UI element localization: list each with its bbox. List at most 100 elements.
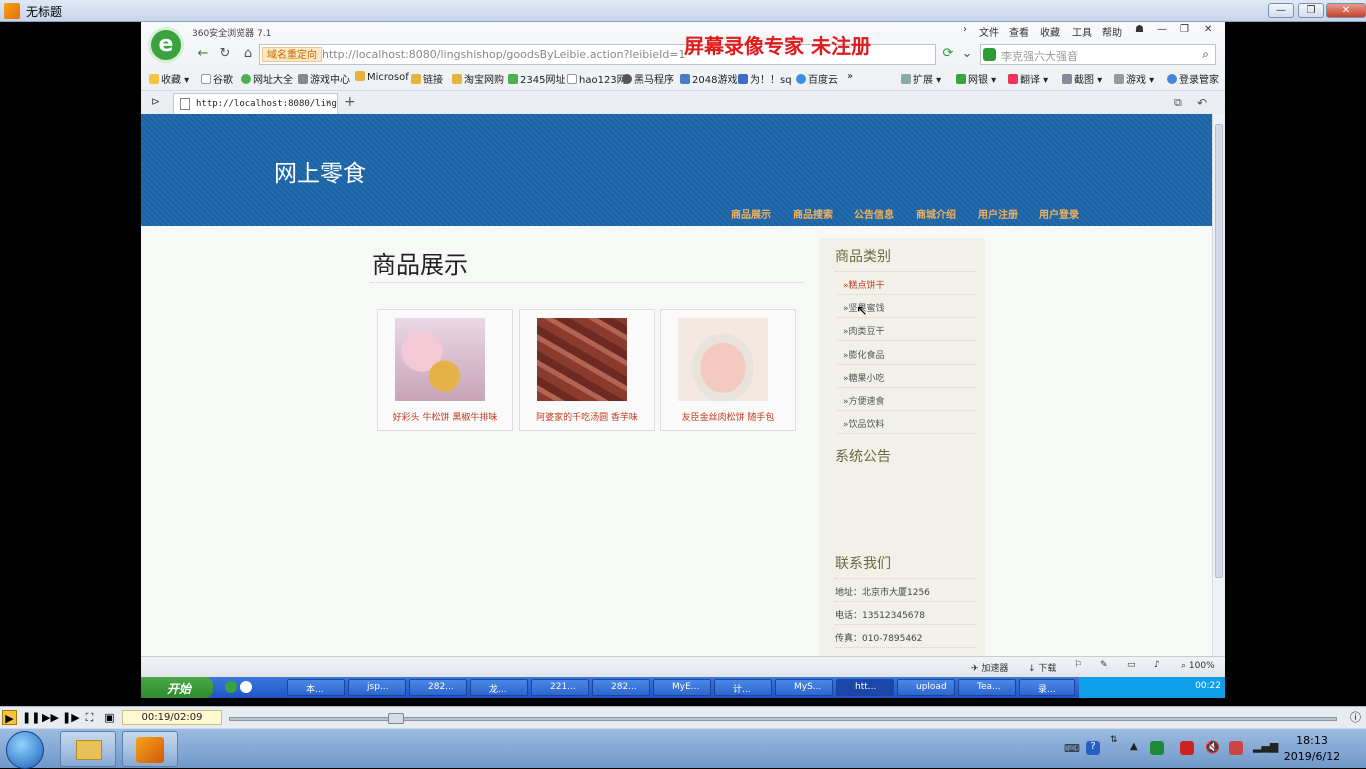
xp-start-button[interactable]: 开始 bbox=[141, 677, 213, 698]
tray-expand-icon[interactable]: ▲ bbox=[1130, 741, 1138, 752]
menu-view[interactable]: 查看 bbox=[1009, 24, 1029, 39]
product-card[interactable]: 友臣金丝肉松饼 随手包 bbox=[660, 309, 796, 431]
new-tab-icon[interactable]: + bbox=[344, 94, 356, 110]
system-clock[interactable]: 18:13 2019/6/12 bbox=[1282, 733, 1342, 765]
bookmark-favorites[interactable]: 收藏 ▾ bbox=[149, 71, 189, 86]
nav-login[interactable]: 用户登录 bbox=[1039, 206, 1079, 221]
explorer-icon[interactable] bbox=[60, 731, 116, 767]
address-dropdown-icon[interactable]: ⌄ bbox=[957, 44, 977, 64]
bookmark-links[interactable]: 链接 bbox=[411, 71, 443, 86]
xp-task-item[interactable]: Tea... bbox=[958, 679, 1016, 696]
xp-task-item[interactable]: jsp... bbox=[348, 679, 406, 696]
toolbar-login-manager[interactable]: 登录管家 bbox=[1167, 71, 1219, 86]
actual-size-icon[interactable]: ▣ bbox=[102, 710, 117, 725]
product-image[interactable] bbox=[395, 318, 485, 401]
back-icon[interactable]: ← bbox=[193, 44, 213, 64]
undo-close-icon[interactable]: ↶ bbox=[1197, 96, 1207, 110]
bookmark-baiduyun[interactable]: 百度云 bbox=[796, 71, 838, 86]
download-button[interactable]: ↓ 下载 bbox=[1028, 661, 1056, 674]
bookmark-sq[interactable]: 为！！sq bbox=[738, 71, 792, 86]
xp-task-item[interactable]: htt... bbox=[836, 679, 894, 696]
xp-task-item[interactable]: 282... bbox=[592, 679, 650, 696]
keyboard-icon[interactable]: ⌨ bbox=[1064, 742, 1080, 755]
help-icon[interactable]: ? bbox=[1086, 741, 1100, 755]
recorder-app-icon[interactable] bbox=[122, 731, 178, 767]
flag-icon[interactable]: ⚐ bbox=[1074, 660, 1082, 670]
tab-list-icon[interactable]: ⧉ bbox=[1174, 96, 1182, 110]
zoom-level[interactable]: ⌕ 100% bbox=[1181, 661, 1215, 671]
compat-mode-icon[interactable]: ⟳ bbox=[938, 44, 958, 64]
product-name[interactable]: 好彩头 牛松饼 黑椒牛排味 bbox=[378, 410, 512, 423]
search-engine-icon[interactable] bbox=[983, 48, 996, 61]
tab-close-icon[interactable]: × bbox=[326, 98, 331, 108]
quicklaunch-ie-icon[interactable] bbox=[240, 681, 252, 693]
bookmark-hao123[interactable]: hao123网 bbox=[567, 71, 627, 86]
nav-search[interactable]: 商品搜索 bbox=[793, 206, 833, 221]
category-item[interactable]: »糖果小吃 bbox=[837, 365, 975, 388]
xp-task-item[interactable]: 计... bbox=[714, 679, 772, 696]
toolbar-screenshot[interactable]: 截图 ▾ bbox=[1062, 71, 1102, 86]
product-name[interactable]: 友臣金丝肉松饼 随手包 bbox=[661, 410, 795, 423]
refresh-icon[interactable]: ↻ bbox=[215, 44, 235, 64]
bookmark-url-daquan[interactable]: 网址大全 bbox=[241, 71, 293, 86]
product-name[interactable]: 阿婆家的千吃汤圆 香芋味 bbox=[520, 410, 654, 423]
skin-icon[interactable]: ☗ bbox=[1135, 24, 1144, 35]
play-icon[interactable]: ▶ bbox=[2, 710, 17, 725]
tray-app-icon[interactable] bbox=[1150, 741, 1164, 755]
xp-task-item[interactable]: 282... bbox=[409, 679, 467, 696]
fullscreen-icon[interactable]: ⛶ bbox=[82, 710, 97, 725]
search-input[interactable]: 李克强六大强音 bbox=[1001, 48, 1078, 64]
window-icon[interactable]: ▭ bbox=[1127, 660, 1136, 670]
product-card[interactable]: 好彩头 牛松饼 黑椒牛排味 bbox=[377, 309, 513, 431]
product-image[interactable] bbox=[537, 318, 627, 401]
accelerator-button[interactable]: ✈ 加速器 bbox=[971, 661, 1008, 674]
product-card[interactable]: 阿婆家的千吃汤圆 香芋味 bbox=[519, 309, 655, 431]
close-button[interactable]: ✕ bbox=[1326, 3, 1366, 18]
quicklaunch-360-icon[interactable] bbox=[225, 681, 237, 693]
nav-register[interactable]: 用户注册 bbox=[978, 206, 1018, 221]
nav-products[interactable]: 商品展示 bbox=[731, 206, 771, 221]
home-icon[interactable]: ⌂ bbox=[238, 44, 258, 64]
xp-task-item[interactable]: 221... bbox=[531, 679, 589, 696]
xp-task-item[interactable]: MyE... bbox=[653, 679, 711, 696]
fast-forward-icon[interactable]: ▶▶ bbox=[42, 710, 59, 725]
nav-notices[interactable]: 公告信息 bbox=[854, 206, 894, 221]
category-item[interactable]: »糕点饼干 bbox=[837, 272, 975, 295]
bookmark-game-center[interactable]: 游戏中心 bbox=[298, 71, 350, 86]
bookmark-2048[interactable]: 2048游戏 bbox=[680, 71, 737, 86]
browser-close-button[interactable]: ✕ bbox=[1204, 24, 1212, 35]
xp-task-item[interactable]: upload bbox=[897, 679, 955, 696]
start-orb-icon[interactable] bbox=[6, 731, 44, 769]
edit-icon[interactable]: ✎ bbox=[1100, 660, 1108, 670]
tray-security-icon[interactable] bbox=[1180, 741, 1194, 755]
address-url[interactable]: http://localhost:8080/lingshishop/goodsB… bbox=[322, 48, 686, 61]
step-icon[interactable]: ❚▶ bbox=[62, 710, 80, 725]
tray-sync-icon[interactable]: ⇅ bbox=[1110, 735, 1118, 745]
product-image[interactable] bbox=[678, 318, 768, 401]
network-icon[interactable] bbox=[1229, 741, 1243, 755]
volume-icon[interactable]: 🔇 bbox=[1205, 740, 1220, 754]
scrollbar-thumb[interactable] bbox=[1215, 124, 1223, 578]
search-icon[interactable]: ⌕ bbox=[1202, 47, 1209, 62]
xp-task-item[interactable]: 本... bbox=[287, 679, 345, 696]
info-icon[interactable]: ⓘ bbox=[1348, 710, 1363, 725]
category-item[interactable]: »方便速食 bbox=[837, 388, 975, 411]
sidebar-toggle-icon[interactable]: ⊳ bbox=[151, 95, 160, 108]
bookmark-2345[interactable]: 2345网址 bbox=[508, 71, 565, 86]
nav-about[interactable]: 商城介绍 bbox=[916, 206, 956, 221]
category-item[interactable]: »肉类豆干 bbox=[837, 318, 975, 341]
bookmark-heima[interactable]: 黑马程序 bbox=[622, 71, 674, 86]
category-item[interactable]: »饮品饮料 bbox=[837, 411, 975, 434]
chevron-right-icon[interactable]: › bbox=[963, 24, 967, 35]
menu-tools[interactable]: 工具 bbox=[1072, 24, 1092, 39]
tab-active[interactable]: http://localhost:8080/lings × bbox=[173, 93, 338, 115]
category-item[interactable]: »膨化食品 bbox=[837, 342, 975, 365]
minimize-button[interactable]: — bbox=[1268, 3, 1294, 18]
sound-icon[interactable]: ♪ bbox=[1154, 660, 1160, 670]
browser-logo-icon[interactable]: e bbox=[148, 27, 184, 63]
bookmark-google[interactable]: 谷歌 bbox=[201, 71, 233, 86]
toolbar-translate[interactable]: 翻译 ▾ bbox=[1008, 71, 1048, 86]
page-scrollbar[interactable] bbox=[1212, 114, 1225, 656]
xp-task-item[interactable]: 龙... bbox=[470, 679, 528, 696]
search-box[interactable]: 李克强六大强音 ⌕ bbox=[980, 44, 1216, 65]
